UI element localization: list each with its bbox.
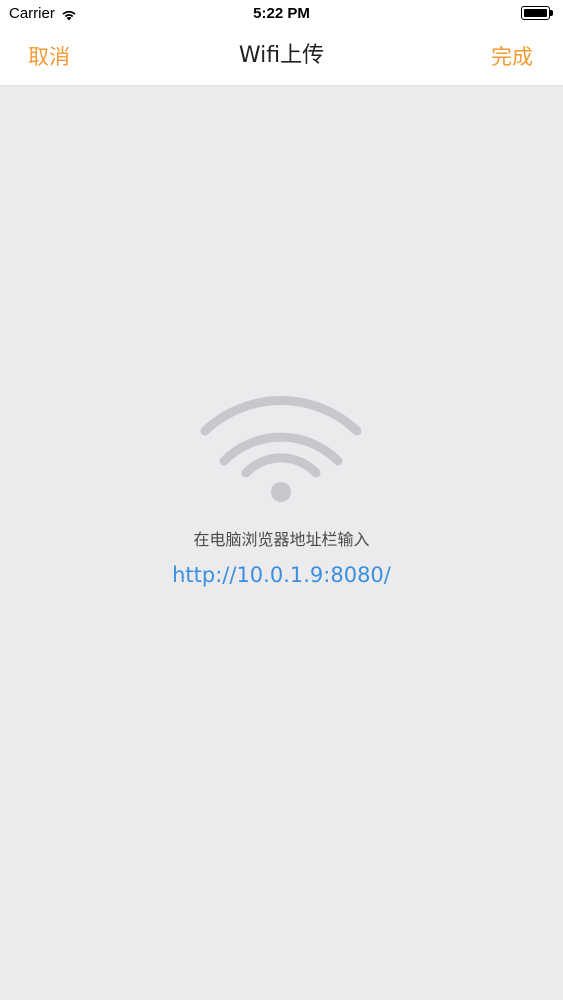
status-time: 5:22 PM [253,5,310,22]
done-button[interactable]: 完成 [491,44,533,70]
status-bar: Carrier 5:22 PM [0,0,563,28]
main-content: 在电脑浏览器地址栏输入 http://10.0.1.9:8080/ [0,86,563,1000]
battery-icon [521,6,555,22]
app-screen: Carrier 5:22 PM 取消 Wifi上传 完成 在电脑浏览器地址栏输入… [0,0,563,1000]
wifi-icon [196,386,366,506]
instruction-text: 在电脑浏览器地址栏输入 [193,530,370,549]
server-url-link[interactable]: http://10.0.1.9:8080/ [0,562,563,588]
navigation-bar: 取消 Wifi上传 完成 [0,28,563,86]
page-title: Wifi上传 [238,43,325,68]
